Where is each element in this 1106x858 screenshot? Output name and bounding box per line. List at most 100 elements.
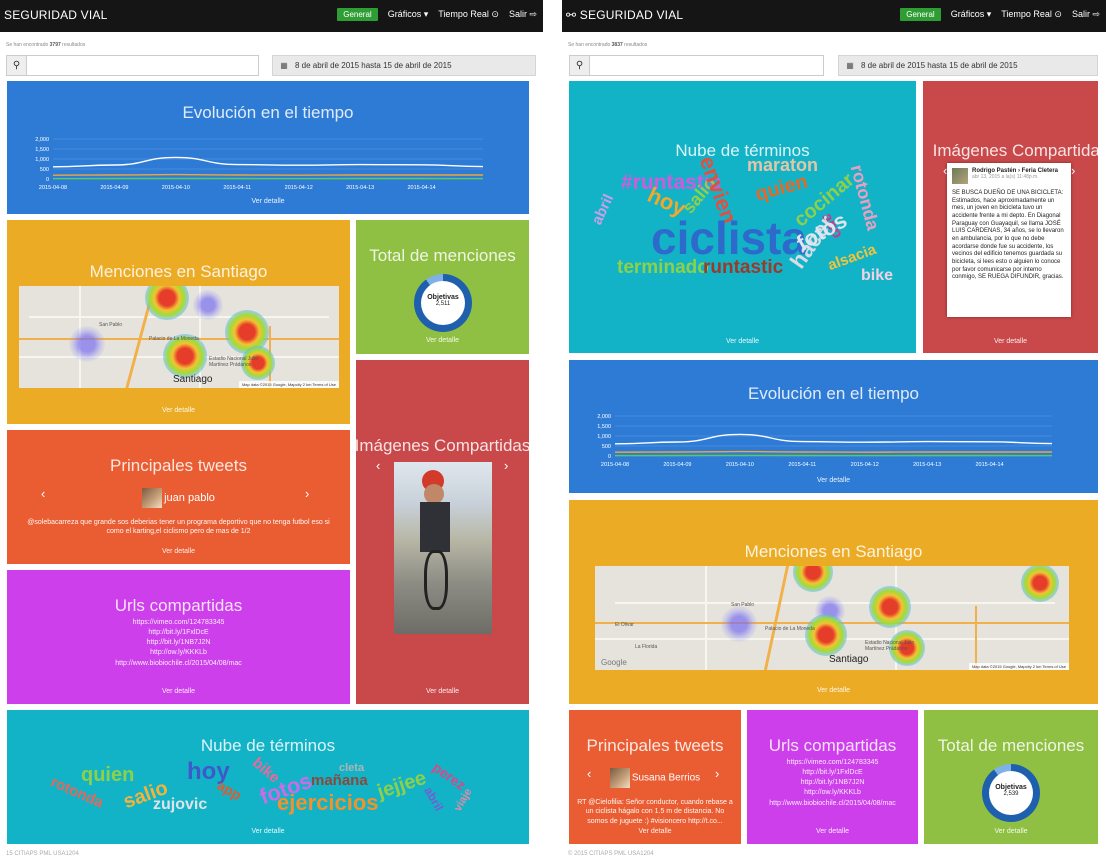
ver-detalle-link[interactable]: Ver detalle bbox=[569, 338, 916, 345]
date-range-picker[interactable]: ▦ 8 de abril de 2015 hasta 15 de abril de… bbox=[272, 55, 536, 76]
y-tick-label: 500 bbox=[602, 444, 611, 450]
tile-title: Total de menciones bbox=[369, 246, 516, 265]
results-count: Se han encontrado 3837 resultados bbox=[568, 42, 648, 48]
brand-title[interactable]: SEGURIDAD VIAL bbox=[4, 8, 108, 22]
ver-detalle-link[interactable]: Ver detalle bbox=[356, 337, 529, 344]
tile-title: Nube de términos bbox=[200, 736, 336, 755]
ver-detalle-link[interactable]: Ver detalle bbox=[924, 828, 1098, 835]
tile-title: Imágenes Compartidas bbox=[932, 141, 1098, 160]
map-santiago[interactable]: Palacio de La Moneda Estadio Nacional Ju… bbox=[595, 566, 1069, 670]
tweets-tile: Principales tweets ‹ › juan pablo @soleb… bbox=[7, 430, 350, 564]
tweets-tile: Principales tweets ‹ › Susana Berrios RT… bbox=[569, 710, 741, 844]
y-tick-label: 2,000 bbox=[35, 137, 49, 143]
url-link[interactable]: http://bit.ly/1NB7J2N bbox=[7, 638, 350, 648]
nav-salir[interactable]: Salir ⇨ bbox=[509, 9, 537, 20]
tweet-text: RT @Cielofilia: Señor conductor, cuando … bbox=[577, 799, 733, 825]
tile-title: Urls compartidas bbox=[768, 736, 897, 755]
x-tick-label: 2015-04-10 bbox=[162, 185, 190, 191]
nav-graficos[interactable]: Gráficos ▾ bbox=[388, 9, 429, 20]
shared-image-cyclist[interactable] bbox=[394, 462, 492, 634]
navbar: SEGURIDAD VIAL General Gráficos ▾ Tiempo… bbox=[0, 0, 543, 32]
prev-arrow-icon[interactable]: ‹ bbox=[376, 458, 380, 473]
url-link[interactable]: https://vimeo.com/124783345 bbox=[7, 618, 350, 628]
y-tick-label: 1,500 bbox=[597, 424, 611, 430]
ver-detalle-link[interactable]: Ver detalle bbox=[7, 688, 350, 695]
url-link[interactable]: http://www.biobiochile.cl/2015/04/08/mac bbox=[7, 659, 350, 669]
brand-title[interactable]: ⚯ SEGURIDAD VIAL bbox=[566, 8, 683, 22]
url-link[interactable]: http://ow.ly/KKKLb bbox=[747, 788, 918, 798]
ver-detalle-link[interactable]: Ver detalle bbox=[569, 828, 741, 835]
facebook-post-card[interactable]: Rodrigo Pastén › Feria Cletera abr 13, 2… bbox=[947, 163, 1071, 317]
tile-title: Evolución en el tiempo bbox=[747, 384, 920, 403]
avatar bbox=[952, 168, 968, 184]
imagenes-tile: Imágenes Compartidas ‹ › Rodrigo Pastén … bbox=[923, 81, 1098, 353]
url-link[interactable]: http://www.biobiochile.cl/2015/04/08/mac bbox=[747, 799, 918, 809]
copyright: © 2015 CITIAPS PML USA1204 bbox=[568, 851, 654, 857]
url-list: https://vimeo.com/124783345 http://bit.l… bbox=[747, 758, 918, 809]
ver-detalle-link[interactable]: Ver detalle bbox=[7, 198, 529, 205]
x-tick-label: 2015-04-09 bbox=[100, 185, 128, 191]
left-dashboard: SEGURIDAD VIAL General Gráficos ▾ Tiempo… bbox=[0, 0, 543, 858]
url-link[interactable]: http://bit.ly/1FxlDcE bbox=[7, 628, 350, 638]
search-box[interactable]: ⚲ bbox=[569, 55, 824, 76]
navbar: ⚯ SEGURIDAD VIAL General Gráficos ▾ Tiem… bbox=[562, 0, 1106, 32]
search-icon[interactable]: ⚲ bbox=[7, 56, 27, 75]
y-tick-label: 0 bbox=[46, 177, 49, 183]
ver-detalle-link[interactable]: Ver detalle bbox=[7, 548, 350, 555]
tile-title: Menciones en Santiago bbox=[744, 542, 923, 561]
next-arrow-icon[interactable]: › bbox=[1071, 163, 1075, 178]
y-tick-label: 0 bbox=[608, 454, 611, 460]
nube-tile: Nube de términos #runtastic hoy salio en… bbox=[569, 81, 916, 353]
nav-tiempo-real[interactable]: Tiempo Real ⊙ bbox=[438, 9, 499, 20]
x-tick-label: 2015-04-10 bbox=[726, 462, 754, 468]
tile-title: Total de menciones bbox=[937, 736, 1085, 755]
search-icon[interactable]: ⚲ bbox=[570, 56, 590, 75]
mentions-donut: Objetivas 2,511 bbox=[414, 274, 472, 332]
x-tick-label: 2015-04-08 bbox=[39, 185, 67, 191]
nav-salir[interactable]: Salir ⇨ bbox=[1072, 9, 1100, 20]
series-line bbox=[614, 450, 1052, 453]
url-link[interactable]: https://vimeo.com/124783345 bbox=[747, 758, 918, 768]
url-link[interactable]: http://ow.ly/KKKLb bbox=[7, 648, 350, 658]
y-tick-label: 1,500 bbox=[35, 147, 49, 153]
ver-detalle-link[interactable]: Ver detalle bbox=[7, 407, 350, 414]
url-link[interactable]: http://bit.ly/1FxlDcE bbox=[747, 768, 918, 778]
tweet-user: Susana Berrios bbox=[569, 768, 741, 788]
x-tick-label: 2015-04-13 bbox=[346, 185, 374, 191]
ver-detalle-link[interactable]: Ver detalle bbox=[356, 688, 529, 695]
calendar-icon: ▦ bbox=[280, 61, 288, 70]
total-tile: Total de menciones Objetivas 2,511 Ver d… bbox=[356, 220, 529, 354]
x-tick-label: 2015-04-13 bbox=[913, 462, 941, 468]
nav-general[interactable]: General bbox=[900, 8, 941, 21]
x-tick-label: 2015-04-14 bbox=[408, 185, 436, 191]
tweet-text: @solebacarreza que grande sos deberias t… bbox=[27, 519, 330, 536]
x-tick-label: 2015-04-12 bbox=[851, 462, 879, 468]
ver-detalle-link[interactable]: Ver detalle bbox=[569, 477, 1098, 484]
date-range-picker[interactable]: ▦ 8 de abril de 2015 hasta 15 de abril de… bbox=[838, 55, 1098, 76]
imagenes-tile: Imágenes Compartidas ‹ › Ver detalle bbox=[356, 360, 529, 704]
nav-tiempo-real[interactable]: Tiempo Real ⊙ bbox=[1001, 9, 1062, 20]
url-list: https://vimeo.com/124783345 http://bit.l… bbox=[7, 618, 350, 669]
next-arrow-icon[interactable]: › bbox=[504, 458, 508, 473]
tile-title: Urls compartidas bbox=[114, 596, 243, 615]
ver-detalle-link[interactable]: Ver detalle bbox=[747, 828, 918, 835]
x-tick-label: 2015-04-08 bbox=[601, 462, 629, 468]
ver-detalle-link[interactable]: Ver detalle bbox=[7, 828, 529, 835]
urls-tile: Urls compartidas https://vimeo.com/12478… bbox=[7, 570, 350, 704]
mentions-donut: Objetivas 2,539 bbox=[982, 764, 1040, 822]
tweet-user: juan pablo bbox=[7, 488, 350, 508]
tile-title: Principales tweets bbox=[109, 456, 247, 475]
urls-tile: Urls compartidas https://vimeo.com/12478… bbox=[747, 710, 918, 844]
y-tick-label: 2,000 bbox=[597, 414, 611, 420]
nav-graficos[interactable]: Gráficos ▾ bbox=[951, 9, 992, 20]
url-link[interactable]: http://bit.ly/1NB7J2N bbox=[747, 778, 918, 788]
search-box[interactable]: ⚲ bbox=[6, 55, 259, 76]
series-line bbox=[52, 173, 483, 176]
tile-title: Imágenes Compartidas bbox=[356, 436, 529, 455]
ver-detalle-link[interactable]: Ver detalle bbox=[569, 687, 1098, 694]
avatar bbox=[142, 488, 163, 508]
copyright: 15 CITIAPS PML USA1204 bbox=[6, 851, 79, 857]
ver-detalle-link[interactable]: Ver detalle bbox=[923, 338, 1098, 345]
map-santiago[interactable]: Palacio de La Moneda Estadio Nacional Ju… bbox=[19, 286, 339, 388]
nav-general[interactable]: General bbox=[337, 8, 378, 21]
